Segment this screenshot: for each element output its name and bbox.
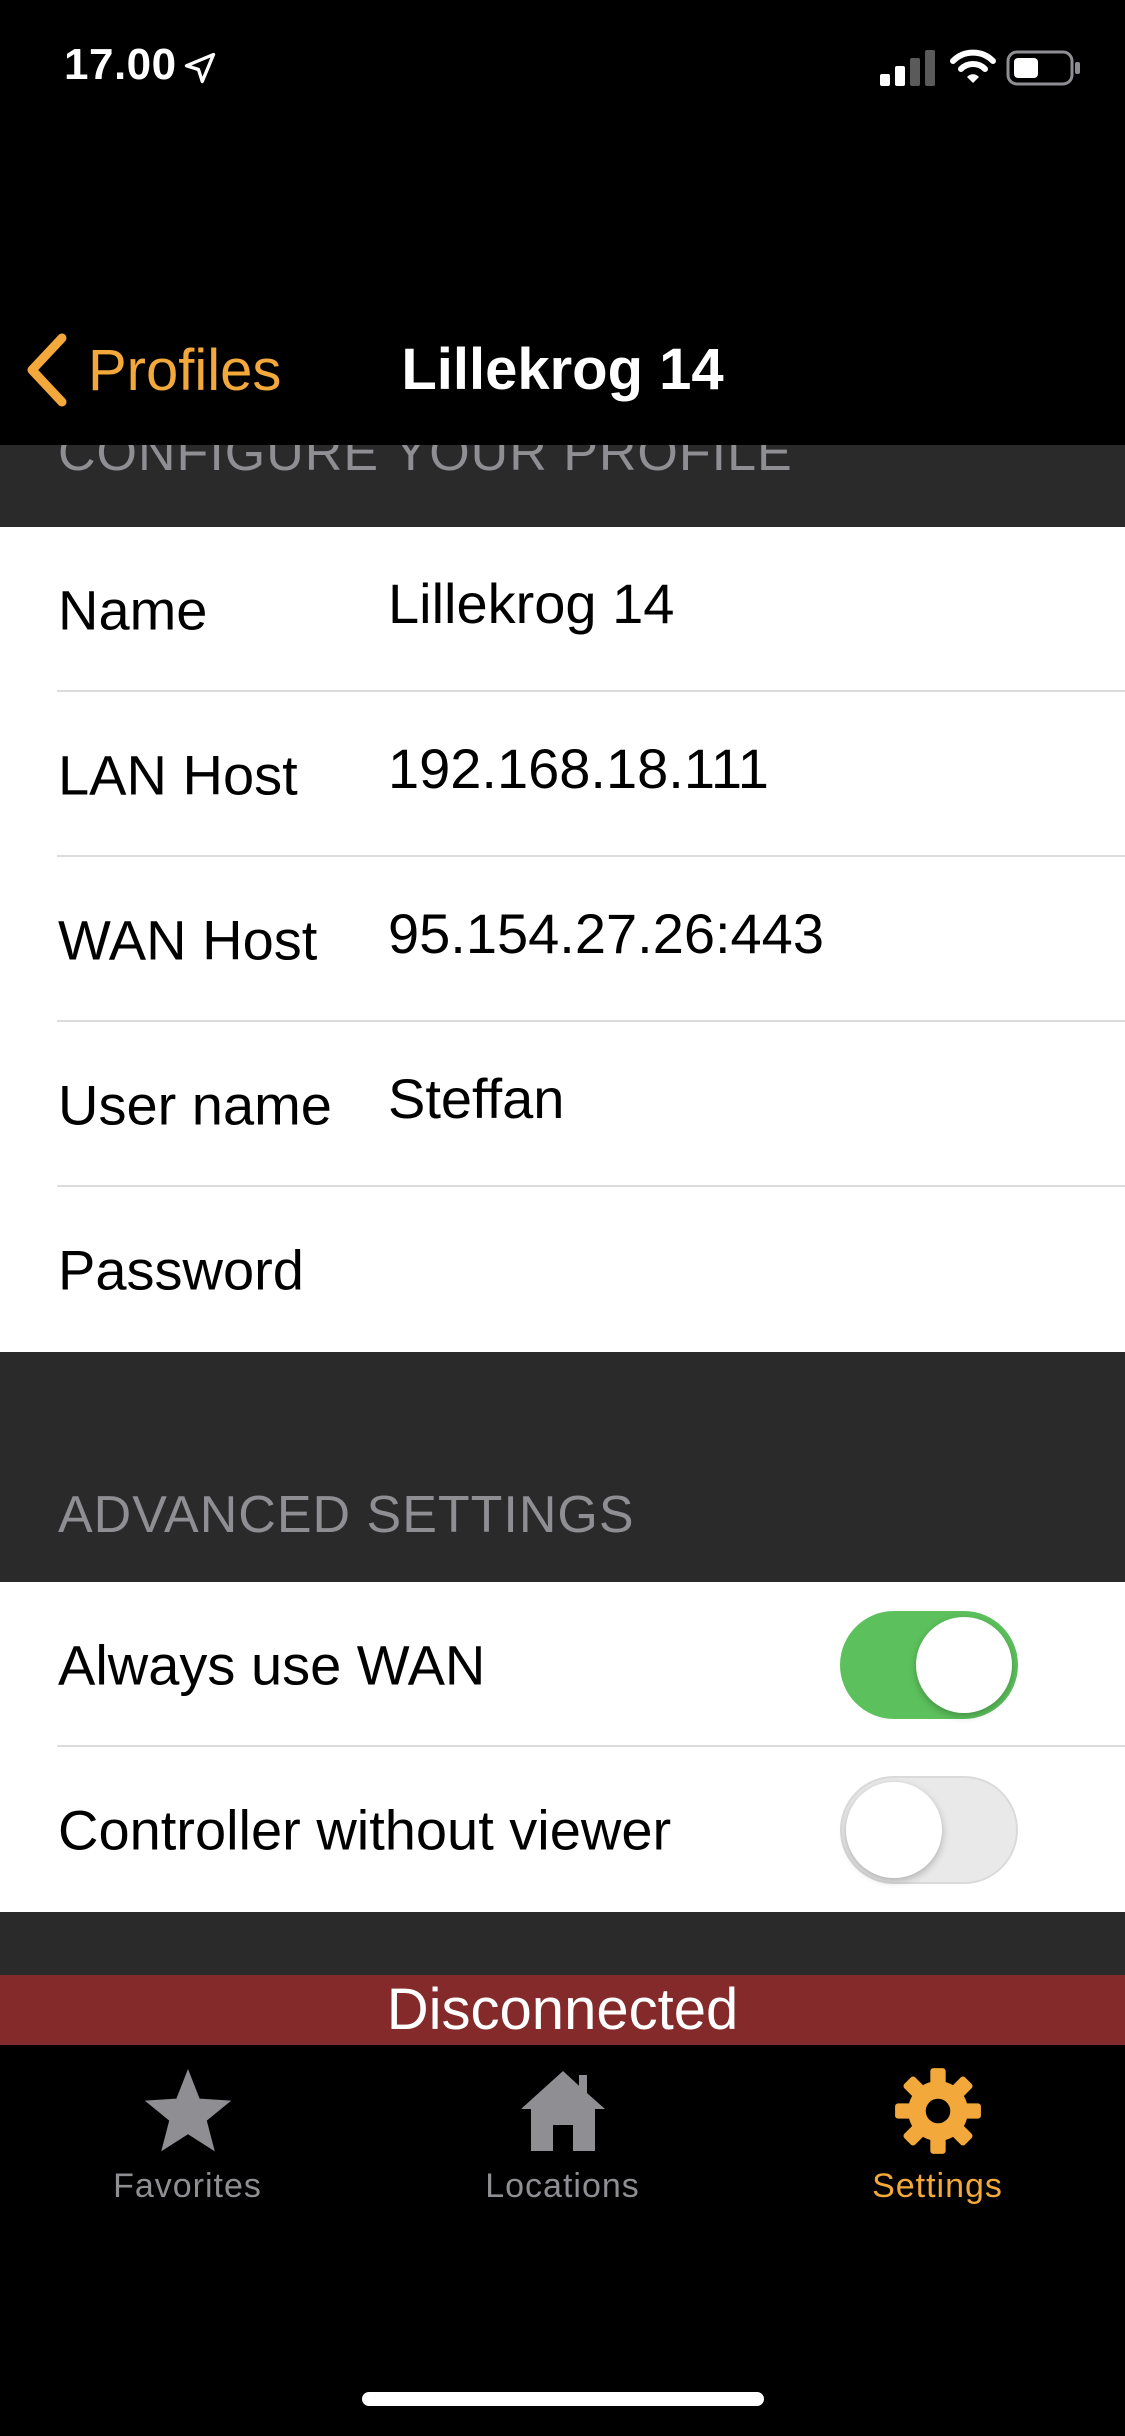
- profile-group: Name Lillekrog 14 LAN Host 192.168.18.11…: [0, 527, 1125, 1352]
- controller-without-viewer-label: Controller without viewer: [58, 1798, 672, 1861]
- cellular-signal-icon: [880, 50, 935, 86]
- status-bar: 17.00: [0, 0, 1125, 140]
- tab-settings[interactable]: Settings: [750, 2065, 1125, 2265]
- status-time: 17.00: [64, 40, 177, 89]
- star-icon: [144, 2069, 231, 2152]
- tab-favorites-label: Favorites: [113, 2167, 262, 2205]
- location-arrow-icon: [184, 52, 216, 84]
- name-label: Name: [58, 578, 208, 641]
- screen: 17.00 Profiles Lillekrog 14 CONFIGURE YO…: [0, 0, 1125, 2436]
- settings-list[interactable]: CONFIGURE YOUR PROFILE Name Lillekrog 14…: [0, 445, 1125, 2045]
- page-title: Lillekrog 14: [401, 337, 724, 402]
- home-indicator[interactable]: [362, 2392, 764, 2406]
- row-always-use-wan: Always use WAN: [0, 1582, 1125, 1747]
- connection-status-banner: Disconnected: [0, 1975, 1125, 2045]
- user-name-field[interactable]: Steffan: [388, 1066, 1088, 1131]
- house-icon: [520, 2071, 605, 2151]
- wan-host-label: WAN Host: [58, 908, 318, 971]
- lan-host-field[interactable]: 192.168.18.111: [388, 736, 1088, 801]
- section-header-advanced: ADVANCED SETTINGS: [58, 1486, 635, 1544]
- toggle-knob: [846, 1781, 942, 1878]
- lan-host-label: LAN Host: [58, 743, 298, 806]
- row-name[interactable]: Name Lillekrog 14: [0, 527, 1125, 692]
- always-use-wan-label: Always use WAN: [58, 1633, 486, 1696]
- tab-locations-label: Locations: [485, 2167, 640, 2205]
- row-password[interactable]: Password: [0, 1187, 1125, 1352]
- tab-bar: Favorites Locations Settings: [0, 2045, 1125, 2436]
- toggle-knob: [916, 1616, 1012, 1713]
- controller-without-viewer-toggle[interactable]: [840, 1775, 1018, 1884]
- gear-icon: [894, 2068, 981, 2154]
- row-lan-host[interactable]: LAN Host 192.168.18.111: [0, 692, 1125, 857]
- advanced-group: Always use WAN Controller without viewer: [0, 1582, 1125, 1912]
- wifi-icon: [950, 49, 996, 83]
- row-controller-without-viewer: Controller without viewer: [0, 1747, 1125, 1912]
- user-name-label: User name: [58, 1073, 332, 1136]
- tab-locations[interactable]: Locations: [375, 2065, 750, 2265]
- section-header-configure: CONFIGURE YOUR PROFILE: [58, 445, 793, 482]
- row-wan-host[interactable]: WAN Host 95.154.27.26:443: [0, 857, 1125, 1022]
- wan-host-field[interactable]: 95.154.27.26:443: [388, 901, 1088, 966]
- tab-settings-label: Settings: [872, 2167, 1003, 2205]
- name-field[interactable]: Lillekrog 14: [388, 571, 1088, 636]
- row-user-name[interactable]: User name Steffan: [0, 1022, 1125, 1187]
- tab-favorites[interactable]: Favorites: [0, 2065, 375, 2265]
- battery-icon: [1006, 50, 1080, 86]
- always-use-wan-toggle[interactable]: [840, 1610, 1018, 1719]
- password-label: Password: [58, 1238, 304, 1301]
